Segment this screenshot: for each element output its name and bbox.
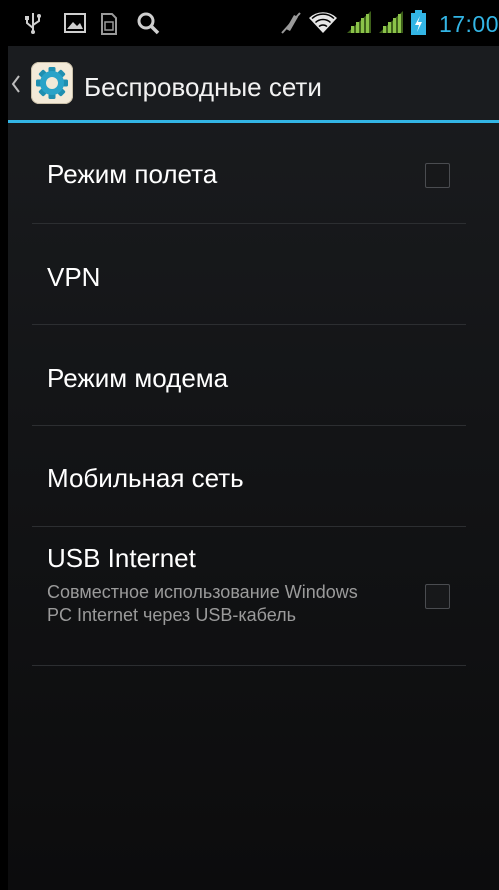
- screen: 17:00 Беспроводные сети Режим полета VPN…: [8, 0, 499, 890]
- mute-icon: [281, 12, 301, 34]
- list-item-vpn[interactable]: VPN: [32, 224, 466, 325]
- wifi-icon: [309, 12, 337, 33]
- airplane-mode-checkbox[interactable]: [425, 163, 450, 188]
- usb-internet-checkbox[interactable]: [425, 584, 450, 609]
- image-icon: [64, 13, 86, 33]
- back-chevron-icon[interactable]: [11, 74, 21, 94]
- settings-gear-icon[interactable]: [31, 62, 73, 104]
- item-title: Режим модема: [47, 363, 229, 393]
- signal-1-icon: [347, 11, 371, 33]
- action-bar: Беспроводные сети: [8, 46, 499, 120]
- status-time: 17:00: [438, 11, 499, 37]
- item-title: Мобильная сеть: [47, 463, 244, 493]
- item-title: VPN: [47, 262, 101, 292]
- usb-icon: [25, 13, 41, 34]
- search-icon: [137, 12, 160, 35]
- status-bar: 17:00: [8, 0, 499, 46]
- list-item-tethering[interactable]: Режим модема: [32, 325, 466, 426]
- signal-2-icon: [379, 11, 403, 33]
- list-item-usb-internet[interactable]: USB Internet Совместное использование Wi…: [32, 527, 466, 666]
- item-title: USB Internet: [47, 543, 196, 573]
- list-item-mobile-network[interactable]: Мобильная сеть: [32, 426, 466, 527]
- sim-card-icon: [101, 13, 117, 35]
- page-title: Беспроводные сети: [84, 72, 322, 102]
- item-title: Режим полета: [47, 159, 218, 189]
- battery-charging-icon: [411, 10, 426, 35]
- item-summary: Совместное использование Windows PC Inte…: [47, 582, 358, 625]
- list-item-airplane-mode[interactable]: Режим полета: [32, 123, 466, 224]
